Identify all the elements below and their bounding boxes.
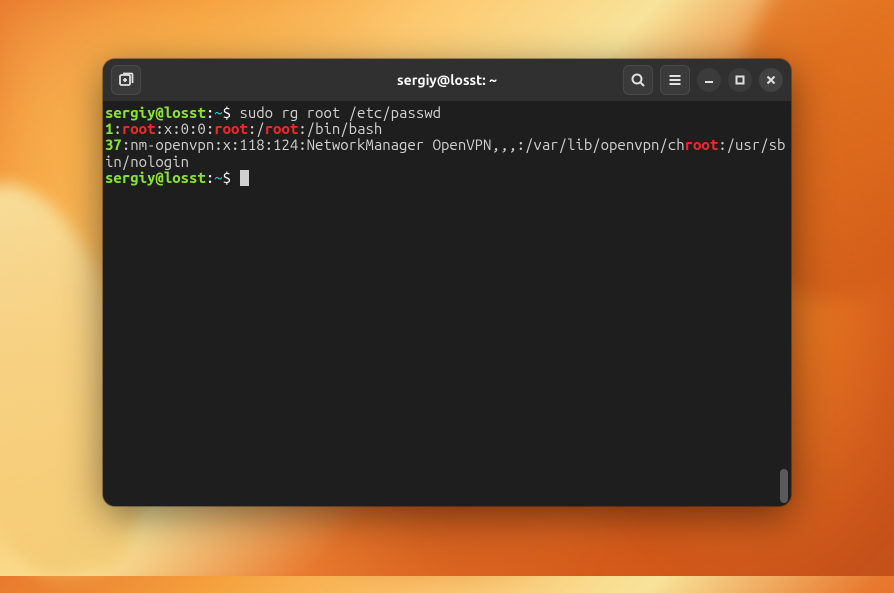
match-highlight: root [122, 120, 156, 137]
prompt-user: sergiy [105, 104, 155, 121]
titlebar[interactable]: sergiy@losst: ~ [103, 59, 791, 101]
search-icon [630, 72, 646, 88]
prompt-symbol: $ [223, 104, 231, 121]
prompt-at: @ [155, 104, 163, 121]
prompt-path: ~ [214, 104, 222, 121]
window-title: sergiy@losst: ~ [397, 72, 497, 88]
prompt-user: sergiy [105, 169, 155, 186]
prompt-host: losst [164, 169, 206, 186]
cursor [240, 170, 249, 186]
minimize-button[interactable] [697, 68, 721, 92]
close-button[interactable] [759, 68, 783, 92]
prompt-host: losst [164, 104, 206, 121]
minimize-icon [704, 75, 714, 85]
match-highlight: root [265, 120, 299, 137]
prompt-symbol: $ [223, 169, 231, 186]
prompt-colon: : [206, 104, 214, 121]
prompt-line-1: sergiy@losst:~$ sudo rg root /etc/passwd [105, 105, 789, 121]
close-icon [766, 75, 776, 85]
menu-button[interactable] [660, 65, 690, 95]
terminal-window: sergiy@losst: ~ [103, 59, 791, 506]
prompt-colon: : [206, 169, 214, 186]
scrollbar-thumb[interactable] [780, 469, 788, 503]
output-line-1: 1:root:x:0:0:root:/root:/bin/bash [105, 121, 789, 137]
output-line-2: 37:nm-openvpn:x:118:124:NetworkManager O… [105, 137, 789, 169]
line-number: 37 [105, 136, 122, 153]
hamburger-icon [667, 72, 683, 88]
terminal-body[interactable]: sergiy@losst:~$ sudo rg root /etc/passwd… [103, 101, 791, 506]
maximize-button[interactable] [728, 68, 752, 92]
match-highlight: root [214, 120, 248, 137]
titlebar-left [111, 65, 141, 95]
new-tab-button[interactable] [111, 65, 141, 95]
command-1: sudo rg root /etc/passwd [239, 104, 441, 121]
new-tab-icon [118, 72, 134, 88]
prompt-line-2: sergiy@losst:~$ [105, 170, 789, 186]
maximize-icon [735, 75, 745, 85]
prompt-at: @ [155, 169, 163, 186]
search-button[interactable] [623, 65, 653, 95]
match-highlight: root [685, 136, 719, 153]
prompt-path: ~ [214, 169, 222, 186]
titlebar-right [623, 65, 783, 95]
